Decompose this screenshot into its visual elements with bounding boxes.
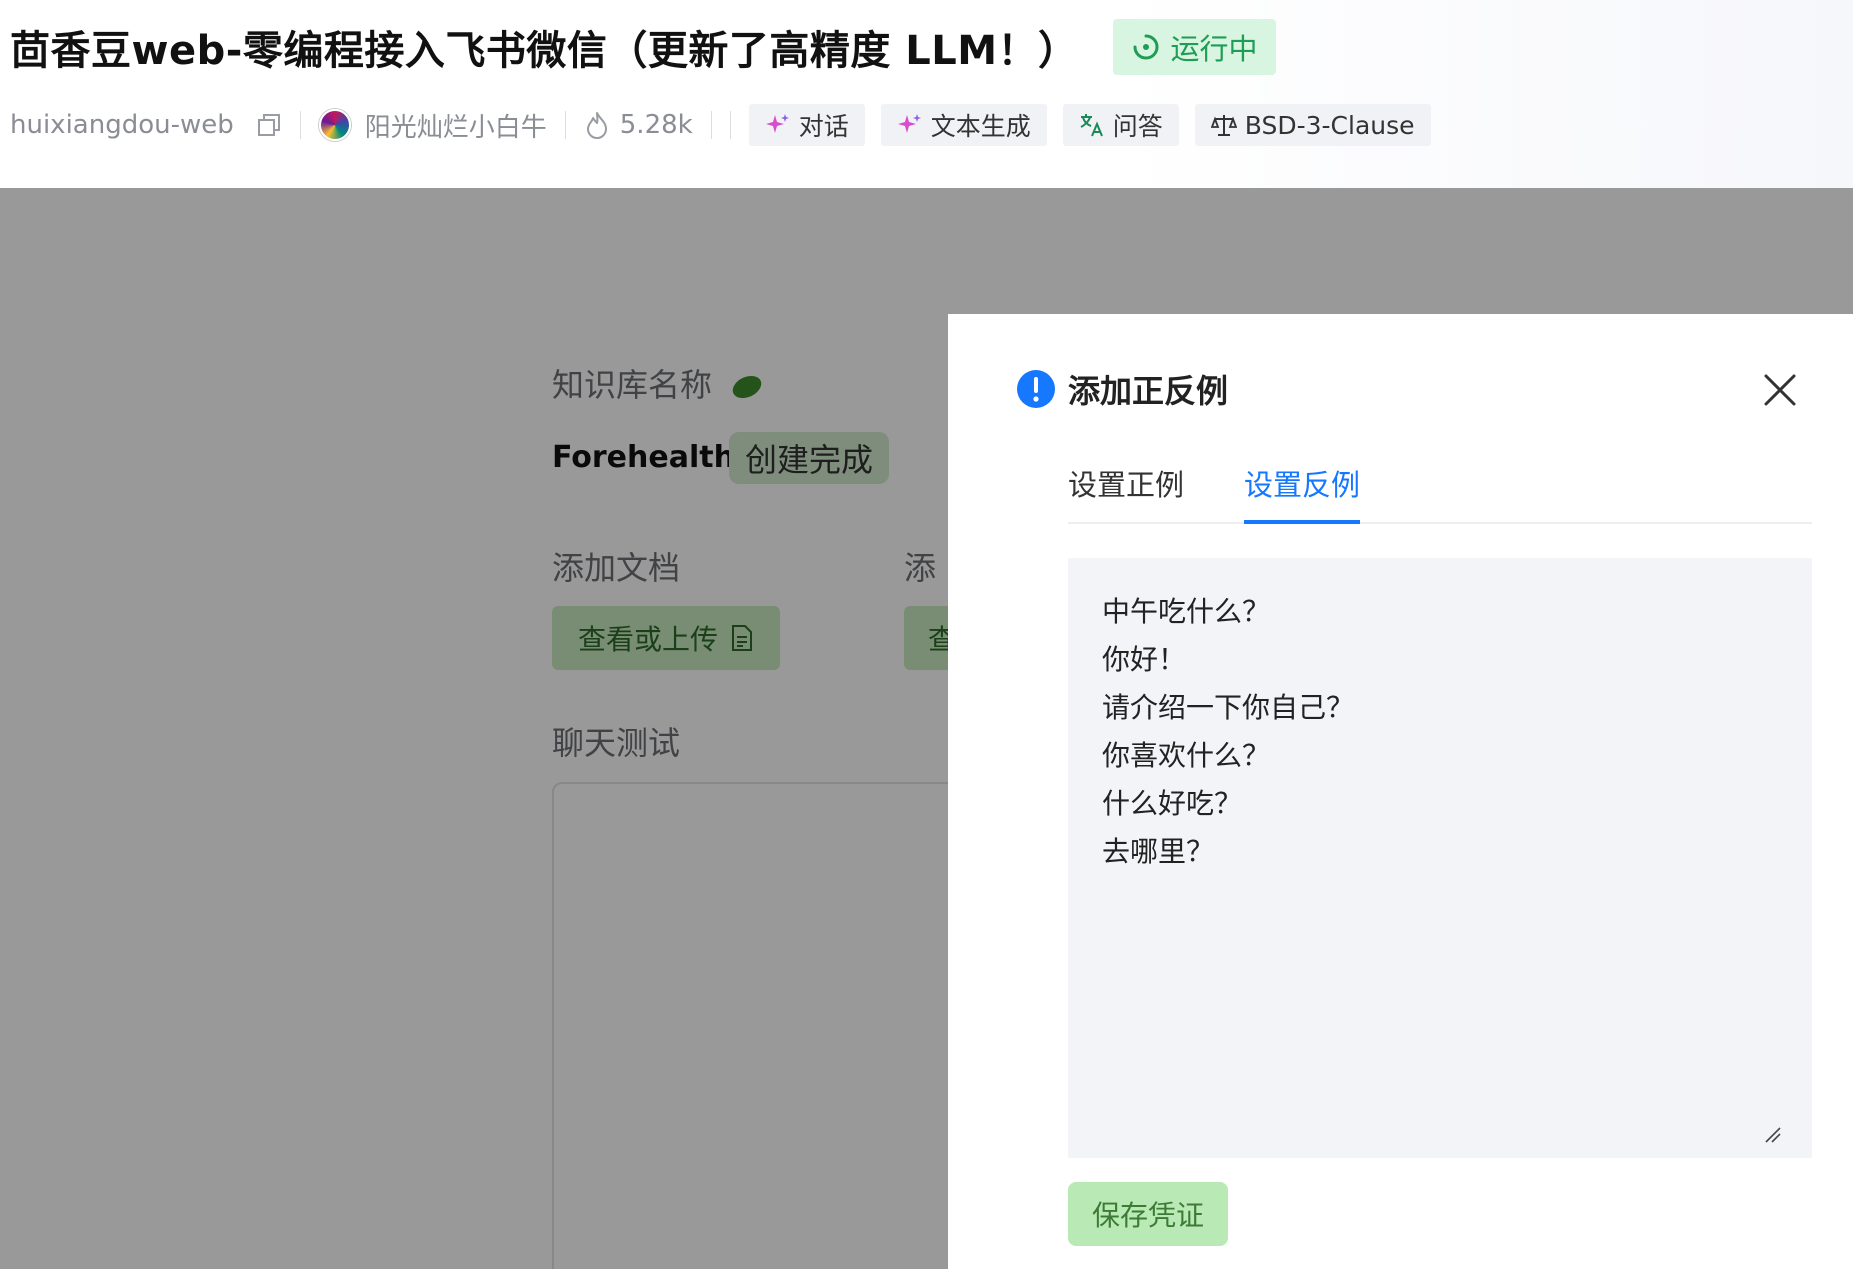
tab-positive-examples[interactable]: 设置正例 bbox=[1068, 454, 1184, 524]
copy-icon[interactable] bbox=[256, 112, 282, 138]
divider bbox=[299, 111, 301, 139]
add-examples-drawer: 添加正反例 设置正例 设置反例 中午吃什么？ 你好！ 请介绍一下你自己？ 你喜欢… bbox=[948, 314, 1853, 1269]
examples-textarea[interactable]: 中午吃什么？ 你好！ 请介绍一下你自己？ 你喜欢什么？ 什么好吃？ 去哪里？ bbox=[1068, 558, 1812, 1158]
repo-name: huixiangdou-web bbox=[10, 110, 234, 140]
page-title: 茴香豆web-零编程接入飞书微信（更新了高精度 LLM！） bbox=[10, 28, 1079, 74]
example-line: 去哪里？ bbox=[1102, 835, 1215, 868]
exclamation-icon bbox=[1017, 370, 1055, 408]
resize-handle-icon[interactable] bbox=[1762, 1124, 1782, 1144]
divider bbox=[729, 111, 731, 139]
running-icon bbox=[1133, 34, 1158, 60]
status-text: 运行中 bbox=[1170, 32, 1258, 66]
tag-label: 对话 bbox=[798, 112, 849, 141]
drawer-title: 添加正反例 bbox=[1068, 372, 1229, 410]
status-badge: 运行中 bbox=[1112, 19, 1276, 75]
title-row: 茴香豆web-零编程接入飞书微信（更新了高精度 LLM！） 运行中 bbox=[10, 18, 1276, 76]
fire-icon bbox=[586, 112, 607, 139]
tag-license[interactable]: BSD-3-Clause bbox=[1194, 104, 1431, 146]
tag-label: BSD-3-Clause bbox=[1244, 110, 1415, 140]
scale-icon bbox=[1210, 115, 1237, 136]
app-header: 茴香豆web-零编程接入飞书微信（更新了高精度 LLM！） 运行中 huixia… bbox=[0, 0, 1853, 188]
author-name[interactable]: 阳光灿烂小白牛 bbox=[365, 107, 547, 144]
tab-negative-examples[interactable]: 设置反例 bbox=[1244, 454, 1361, 524]
tag-qa[interactable]: 问答 bbox=[1062, 104, 1179, 146]
example-line: 你喜欢什么？ bbox=[1102, 739, 1271, 772]
tag-label: 文本生成 bbox=[930, 112, 1031, 141]
drawer-header: 添加正反例 bbox=[1016, 366, 1228, 412]
example-line: 什么好吃？ bbox=[1102, 787, 1243, 820]
tag-text-generation[interactable]: 文本生成 bbox=[880, 104, 1047, 146]
divider bbox=[564, 111, 566, 139]
save-credential-button[interactable]: 保存凭证 bbox=[1068, 1182, 1228, 1246]
divider bbox=[710, 111, 712, 139]
translate-icon bbox=[1080, 114, 1103, 137]
avatar[interactable] bbox=[318, 109, 351, 141]
close-icon[interactable] bbox=[1762, 372, 1798, 408]
meta-row: huixiangdou-web 阳光灿烂小白牛 5.28k 对话 文本生成 问答… bbox=[10, 104, 1447, 146]
sparkle-icon bbox=[765, 114, 789, 133]
heat-count: 5.28k bbox=[619, 110, 693, 140]
example-line: 你好！ bbox=[1102, 643, 1187, 676]
example-line: 请介绍一下你自己？ bbox=[1102, 691, 1355, 724]
example-line: 中午吃什么？ bbox=[1102, 595, 1271, 628]
sparkle-icon bbox=[897, 114, 921, 133]
tab-bar: 设置正例 设置反例 bbox=[1068, 454, 1812, 524]
tag-label: 问答 bbox=[1112, 112, 1163, 141]
tag-chat[interactable]: 对话 bbox=[748, 104, 865, 146]
